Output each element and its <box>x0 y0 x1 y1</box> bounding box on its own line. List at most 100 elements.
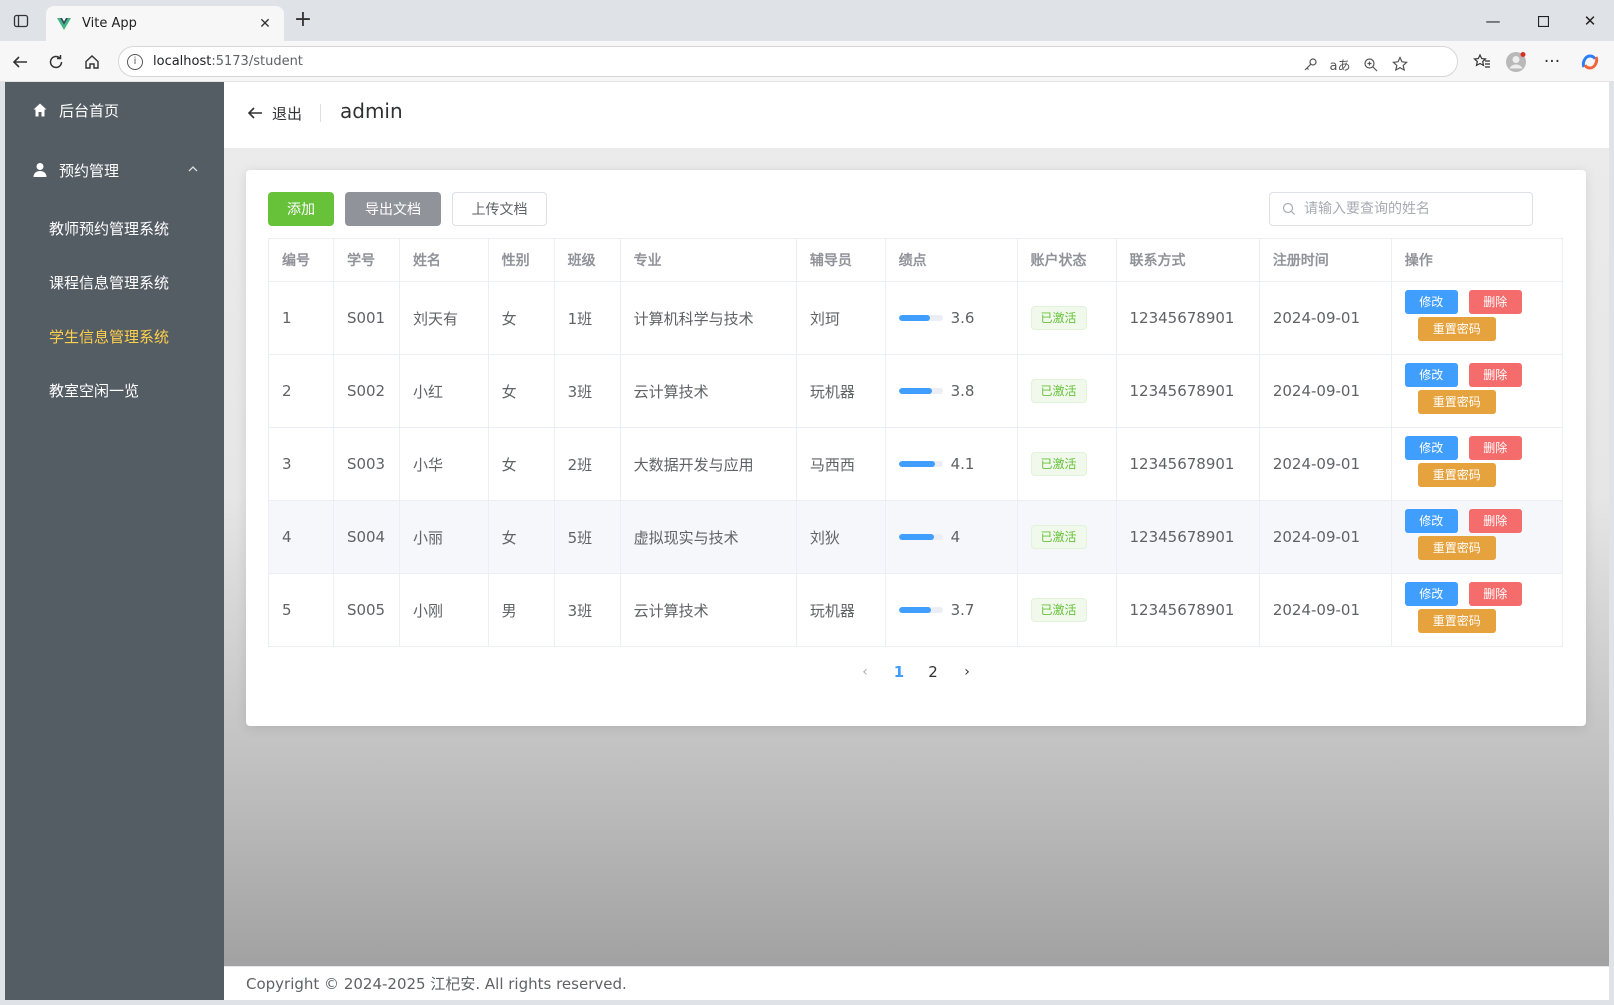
search-input[interactable] <box>1304 201 1524 217</box>
url-path: :5173/student <box>211 54 303 69</box>
student-card: 添加 导出文档 上传文档 编号 学号 姓名 性别 班级 <box>246 170 1586 726</box>
cell-gender: 女 <box>487 281 555 355</box>
logout-link[interactable]: 退出 <box>272 103 302 124</box>
maximize-icon[interactable] <box>1531 10 1555 32</box>
cell-major: 云计算技术 <box>619 354 797 428</box>
cell-register-date: 2024-09-01 <box>1258 500 1392 574</box>
delete-button[interactable]: 删除 <box>1468 509 1522 533</box>
browser-tab[interactable]: Vite App ✕ <box>46 6 284 41</box>
prev-page-icon[interactable]: ‹ <box>848 664 882 680</box>
back-icon[interactable] <box>8 50 32 74</box>
edit-button[interactable]: 修改 <box>1404 436 1458 460</box>
site-info-icon[interactable]: i <box>127 53 143 70</box>
cell-advisor: 马西西 <box>795 427 886 501</box>
new-tab-icon[interactable]: + <box>292 9 314 32</box>
cell-phone: 12345678901 <box>1115 573 1260 647</box>
reset-password-button[interactable]: 重置密码 <box>1417 536 1496 560</box>
table-row: 3 S003 小华 女 2班 大数据开发与应用 马西西 4.1 已激活 1234… <box>268 427 1564 501</box>
gpa-progress-bar <box>898 534 943 540</box>
delete-button[interactable]: 删除 <box>1468 290 1522 314</box>
sidebar-item-classroom-free[interactable]: 教室空闲一览 <box>5 364 224 416</box>
column-header: 姓名 <box>398 238 489 282</box>
next-page-icon[interactable]: › <box>950 664 984 680</box>
key-icon[interactable] <box>1299 53 1321 75</box>
gpa-progress-bar <box>898 388 943 394</box>
sidebar-group-label: 预约管理 <box>59 161 120 180</box>
page-1[interactable]: 1 <box>882 663 916 681</box>
search-icon <box>1282 202 1295 215</box>
footer-copyright: Copyright © 2024-2025 江杞安. All rights re… <box>224 966 1609 1000</box>
cell-class: 1班 <box>553 281 621 355</box>
gpa-progress-bar <box>898 607 943 613</box>
cell-status: 已激活 <box>1016 281 1117 355</box>
close-window-icon[interactable]: ✕ <box>1578 10 1602 32</box>
delete-button[interactable]: 删除 <box>1468 363 1522 387</box>
refresh-icon[interactable] <box>44 50 68 74</box>
status-badge: 已激活 <box>1030 525 1087 549</box>
sidebar-item-home[interactable]: 后台首页 <box>5 82 224 138</box>
profile-avatar-icon[interactable] <box>1504 50 1528 74</box>
cell-student-no: S002 <box>332 354 400 428</box>
reset-password-button[interactable]: 重置密码 <box>1417 390 1496 414</box>
column-header: 辅导员 <box>795 238 886 282</box>
page-2[interactable]: 2 <box>916 663 950 681</box>
gpa-progress-bar <box>898 461 943 467</box>
favorites-icon[interactable] <box>1470 50 1494 74</box>
cell-actions: 修改 删除 重置密码 <box>1390 573 1564 647</box>
gpa-value: 4 <box>950 528 961 546</box>
add-button[interactable]: 添加 <box>268 192 334 226</box>
delete-button[interactable]: 删除 <box>1468 436 1522 460</box>
upload-button[interactable]: 上传文档 <box>452 192 547 226</box>
cell-phone: 12345678901 <box>1115 354 1260 428</box>
table-row: 5 S005 小刚 男 3班 云计算技术 玩机器 3.7 已激活 1234567… <box>268 573 1564 647</box>
edit-button[interactable]: 修改 <box>1404 509 1458 533</box>
zoom-icon[interactable] <box>1359 53 1381 75</box>
cell-id: 5 <box>268 573 334 647</box>
edit-button[interactable]: 修改 <box>1404 290 1458 314</box>
column-header: 联系方式 <box>1115 238 1260 282</box>
edit-button[interactable]: 修改 <box>1404 363 1458 387</box>
read-aloud-icon[interactable]: aあ <box>1329 53 1351 75</box>
cell-name: 小刚 <box>398 573 489 647</box>
export-button[interactable]: 导出文档 <box>345 192 441 226</box>
tab-actions-icon[interactable] <box>10 10 32 32</box>
tab-close-icon[interactable]: ✕ <box>256 16 274 32</box>
sidebar-group-appointment[interactable]: 预约管理 <box>5 142 224 198</box>
chevron-up-icon <box>188 166 198 172</box>
more-menu-icon[interactable]: ··· <box>1540 50 1564 74</box>
copilot-icon[interactable] <box>1578 50 1602 74</box>
cell-gpa: 3.6 <box>884 281 1018 355</box>
back-arrow-icon[interactable] <box>246 104 264 122</box>
cell-advisor: 玩机器 <box>795 354 886 428</box>
status-badge: 已激活 <box>1030 306 1087 330</box>
home-icon[interactable] <box>80 50 104 74</box>
delete-button[interactable]: 删除 <box>1468 582 1522 606</box>
cell-id: 4 <box>268 500 334 574</box>
minimize-icon[interactable]: — <box>1481 10 1505 32</box>
cell-status: 已激活 <box>1016 573 1117 647</box>
vite-logo-icon <box>57 17 71 30</box>
cell-class: 3班 <box>553 354 621 428</box>
table-row: 4 S004 小丽 女 5班 虚拟现实与技术 刘狄 4 已激活 12345678… <box>268 500 1564 574</box>
column-header: 绩点 <box>884 238 1018 282</box>
gpa-value: 3.8 <box>950 382 975 400</box>
user-icon <box>31 161 49 179</box>
cell-student-no: S001 <box>332 281 400 355</box>
reset-password-button[interactable]: 重置密码 <box>1417 317 1496 341</box>
cell-gender: 女 <box>487 500 555 574</box>
browser-tab-bar: Vite App ✕ + — ✕ <box>0 0 1614 41</box>
edit-button[interactable]: 修改 <box>1404 582 1458 606</box>
gpa-progress-fill <box>898 388 932 394</box>
gpa-progress-fill <box>898 534 934 540</box>
sidebar-item-student-info[interactable]: 学生信息管理系统 <box>5 310 224 362</box>
gpa-progress-bar <box>898 315 943 321</box>
reset-password-button[interactable]: 重置密码 <box>1417 463 1496 487</box>
favorite-star-icon[interactable] <box>1389 53 1411 75</box>
sidebar-item-teacher-appointment[interactable]: 教师预约管理系统 <box>5 202 224 254</box>
student-table: 编号 学号 姓名 性别 班级 专业 辅导员 绩点 账户状态 联系方式 注册时间 … <box>268 238 1564 647</box>
reset-password-button[interactable]: 重置密码 <box>1417 609 1496 633</box>
cell-actions: 修改 删除 重置密码 <box>1390 500 1564 574</box>
sidebar-item-course-info[interactable]: 课程信息管理系统 <box>5 256 224 308</box>
url-field[interactable]: i localhost:5173/student aあ <box>118 46 1458 77</box>
cell-status: 已激活 <box>1016 500 1117 574</box>
